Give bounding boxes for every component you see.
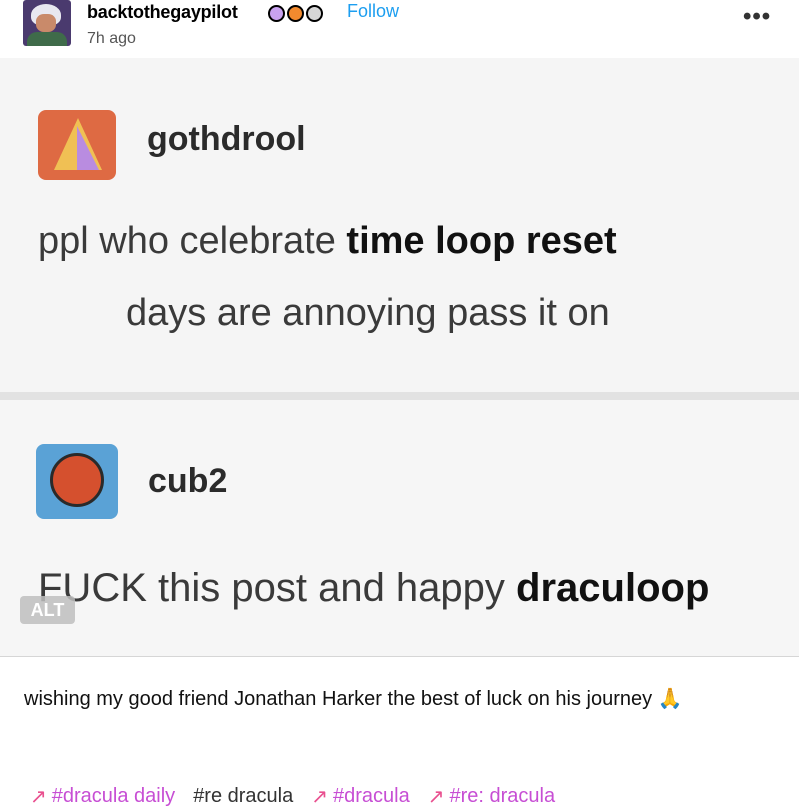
original-poster-avatar	[38, 110, 116, 180]
original-post-card: gothdrool ppl who celebrate time loop re…	[0, 58, 799, 392]
trending-icon: ↗	[427, 784, 445, 808]
reply-text-plain: FUCK this post and happy	[38, 566, 517, 610]
post-timestamp[interactable]: 7h ago	[87, 30, 136, 48]
badge-icon[interactable]	[287, 5, 304, 22]
avatar-face	[36, 14, 56, 32]
post-username[interactable]: backtothegaypilot	[87, 2, 238, 23]
user-badges	[268, 5, 323, 23]
praying-hands-icon: 🙏	[657, 686, 683, 710]
caption-text: wishing my good friend Jonathan Harker t…	[24, 688, 653, 710]
reply-username: cub2	[148, 462, 228, 500]
pyramid-shade	[77, 126, 99, 170]
tag-link[interactable]: #re dracula	[193, 785, 293, 808]
original-post-line-1-bold: time loop reset	[346, 220, 617, 262]
post-caption: wishing my good friend Jonathan Harker t…	[24, 683, 764, 714]
tag-label: #re: dracula	[449, 784, 556, 807]
post-image[interactable]: gothdrool ppl who celebrate time loop re…	[0, 58, 799, 656]
tag-link[interactable]: ↗ #dracula	[311, 784, 409, 808]
post-tags: ↗ #dracula daily #re dracula ↗ #dracula …	[30, 781, 573, 811]
tag-label: #re dracula	[193, 784, 294, 807]
original-poster-name: gothdrool	[147, 120, 306, 158]
original-post-line-1-plain: ppl who celebrate	[38, 220, 347, 262]
reply-card: cub2 FUCK this post and happy draculoop …	[0, 400, 799, 656]
tag-label: #dracula	[333, 784, 410, 807]
post-header: backtothegaypilot Follow 7h ago •••	[0, 0, 799, 58]
reply-text-bold: draculoop	[516, 566, 710, 610]
original-post-line-2: days are annoying pass it on	[126, 292, 610, 334]
trending-icon: ↗	[30, 784, 47, 808]
trending-icon: ↗	[311, 784, 329, 808]
follow-button[interactable]: Follow	[347, 1, 399, 22]
more-options-icon[interactable]: •••	[743, 5, 771, 29]
badge-icon[interactable]	[268, 5, 285, 22]
caption-separator	[0, 656, 799, 657]
alt-text-badge[interactable]: ALT	[20, 596, 75, 624]
reply-avatar	[36, 444, 118, 519]
user-avatar[interactable]	[23, 0, 71, 46]
badge-icon[interactable]	[306, 5, 323, 22]
sun-shape	[50, 453, 104, 507]
avatar-shirt	[27, 32, 67, 46]
tag-link[interactable]: ↗ #dracula daily	[30, 784, 175, 808]
tag-link[interactable]: ↗ #re: dracula	[428, 784, 555, 808]
reply-text: FUCK this post and happy draculoop	[38, 566, 709, 611]
original-post-line-1: ppl who celebrate time loop reset	[38, 220, 617, 263]
tag-label: #dracula daily	[51, 784, 176, 807]
image-divider	[0, 392, 799, 400]
